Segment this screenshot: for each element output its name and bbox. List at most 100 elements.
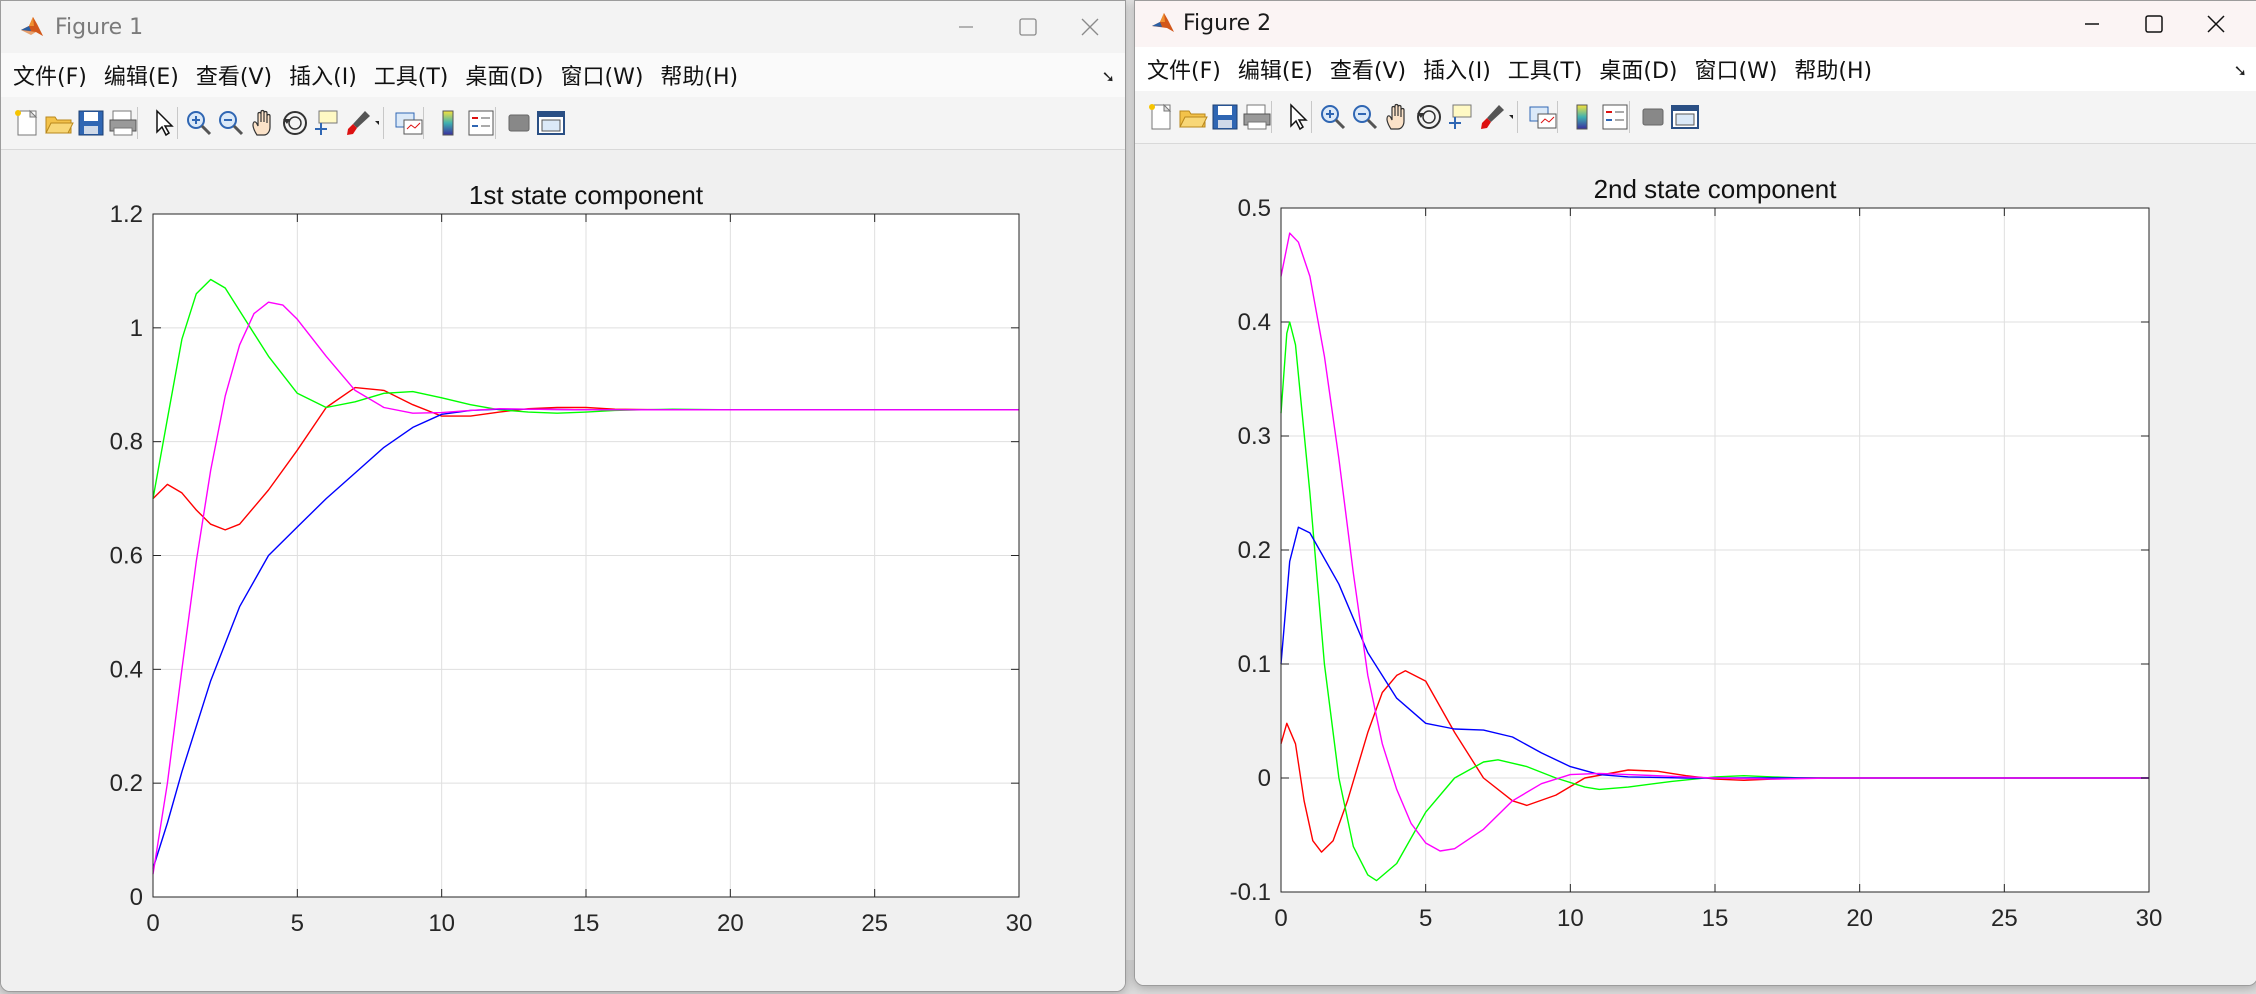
new-figure-button[interactable] [9,105,45,141]
colorbar-button[interactable] [431,105,467,141]
toolbar-separator [1271,101,1272,133]
new-figure-button[interactable] [1143,99,1179,135]
maximize-button[interactable] [2123,1,2185,47]
figure-canvas[interactable]: 0 5 10 15 20 25 30 0 0.2 0.4 0.6 0.8 1 1.2 1st state c… [1,150,1125,991]
save-button[interactable] [73,105,109,141]
menu-window[interactable]: 窗口(W) [1695,53,1778,85]
hide-plot-tools-icon [508,114,530,132]
x-tick-label: 0 [146,910,159,937]
x-tick-label: 0 [1274,905,1287,932]
x-tick-label: 20 [717,910,744,937]
menu-help[interactable]: 帮助(H) [660,59,738,91]
figure-toolbar [1,97,1125,150]
colorbar-button[interactable] [1565,99,1601,135]
zoom-out-icon [1353,105,1378,130]
pan-hand-button[interactable] [245,105,281,141]
plot-1st-state-component[interactable]: 0 5 10 15 20 25 30 0 0.2 0.4 0.6 0.8 1 1.2 1st state c… [1,150,1125,991]
figure-canvas[interactable]: 0 5 10 15 20 25 30 -0.1 0 0.1 0.2 0.3 0.4 0.5 2nd stat… [1135,144,2256,985]
pan-hand-button[interactable] [1379,99,1415,135]
brush-dropdown-button[interactable] [365,105,379,141]
close-button[interactable] [1059,1,1121,53]
brush-dropdown-button[interactable] [1499,99,1513,135]
y-tick-label: 0.2 [1238,537,1271,564]
y-tick-label: -0.1 [1230,879,1271,906]
zoom-in-icon [187,111,212,136]
toolbar-separator [1311,101,1312,133]
toolbar-separator [423,107,424,139]
menu-tools[interactable]: 工具(T) [374,59,449,91]
save-icon [78,110,104,136]
pointer-button[interactable] [1279,99,1315,135]
show-plot-tools-button[interactable] [1667,99,1703,135]
menu-insert[interactable]: 插入(I) [289,59,357,91]
close-button[interactable] [2185,1,2247,47]
menu-view[interactable]: 查看(V) [196,59,272,91]
zoom-out-button[interactable] [213,105,249,141]
x-tick-label: 10 [1557,905,1584,932]
legend-button[interactable] [463,105,499,141]
legend-icon [468,110,494,136]
zoom-in-button[interactable] [1315,99,1351,135]
maximize-icon [1019,18,1037,36]
x-tick-label: 10 [428,910,455,937]
zoom-in-button[interactable] [181,105,217,141]
dock-arrow-icon[interactable]: ➘ [1102,67,1115,86]
figure-1-titlebar[interactable]: Figure 1 [1,1,1125,53]
window-title: Figure 2 [1183,11,1272,36]
link-plot-icon [1529,106,1557,129]
y-tick-label: 0.8 [110,429,143,456]
menu-help[interactable]: 帮助(H) [1794,53,1872,85]
figure-2-titlebar[interactable]: Figure 2 [1135,1,2256,47]
menu-desktop[interactable]: 桌面(D) [465,59,543,91]
menu-desktop[interactable]: 桌面(D) [1599,53,1677,85]
x-tick-label: 30 [1006,910,1033,937]
data-cursor-icon [315,110,338,135]
hide-plot-tools-button[interactable] [1635,99,1671,135]
link-plot-button[interactable] [1525,99,1561,135]
hide-plot-tools-button[interactable] [501,105,537,141]
brush-dropdown-icon [1509,115,1513,119]
zoom-out-button[interactable] [1347,99,1383,135]
menu-view[interactable]: 查看(V) [1330,53,1406,85]
menu-insert[interactable]: 插入(I) [1423,53,1491,85]
figure-1-window[interactable]: Figure 1 文件(F) 编辑(E) 查看(V) 插入(I) 工具(T) 桌… [0,0,1126,992]
pan-hand-icon [252,109,271,136]
legend-button[interactable] [1597,99,1633,135]
rotate-3d-button[interactable] [1411,99,1447,135]
x-tick-label: 15 [1702,905,1729,932]
minimize-button[interactable] [2061,1,2123,47]
minimize-button[interactable] [935,1,997,53]
colorbar-icon [1576,104,1588,130]
menu-edit[interactable]: 编辑(E) [1238,53,1313,85]
save-button[interactable] [1207,99,1243,135]
toolbar-separator [1629,101,1630,133]
colorbar-icon [442,110,454,136]
menu-edit[interactable]: 编辑(E) [104,59,179,91]
print-button[interactable] [1239,99,1275,135]
window-title: Figure 1 [55,15,144,40]
show-plot-tools-button[interactable] [533,105,569,141]
maximize-button[interactable] [997,1,1059,53]
data-cursor-button[interactable] [1443,99,1479,135]
print-icon [1243,104,1271,130]
open-file-button[interactable] [1175,99,1211,135]
menu-window[interactable]: 窗口(W) [561,59,644,91]
menu-file[interactable]: 文件(F) [1147,53,1221,85]
zoom-out-icon [219,111,244,136]
data-cursor-button[interactable] [309,105,345,141]
dock-arrow-icon[interactable]: ➘ [2234,61,2247,80]
plot-2nd-state-component[interactable]: 0 5 10 15 20 25 30-0.100.10.20.30.40.52nd stat… [1135,144,2256,985]
matlab-logo-icon [1152,13,1174,32]
link-plot-button[interactable] [391,105,427,141]
figure-2-window[interactable]: Figure 2 文件(F) 编辑(E) 查看(V) 插入(I) 工具(T) 桌… [1134,0,2256,986]
new-figure-icon [15,109,38,136]
minimize-icon [959,26,973,28]
menu-file[interactable]: 文件(F) [13,59,87,91]
pointer-button[interactable] [145,105,181,141]
rotate-3d-button[interactable] [277,105,313,141]
open-file-button[interactable] [41,105,77,141]
data-cursor-icon [1449,104,1472,129]
hide-plot-tools-icon [1642,108,1664,126]
print-button[interactable] [105,105,141,141]
menu-tools[interactable]: 工具(T) [1508,53,1583,85]
